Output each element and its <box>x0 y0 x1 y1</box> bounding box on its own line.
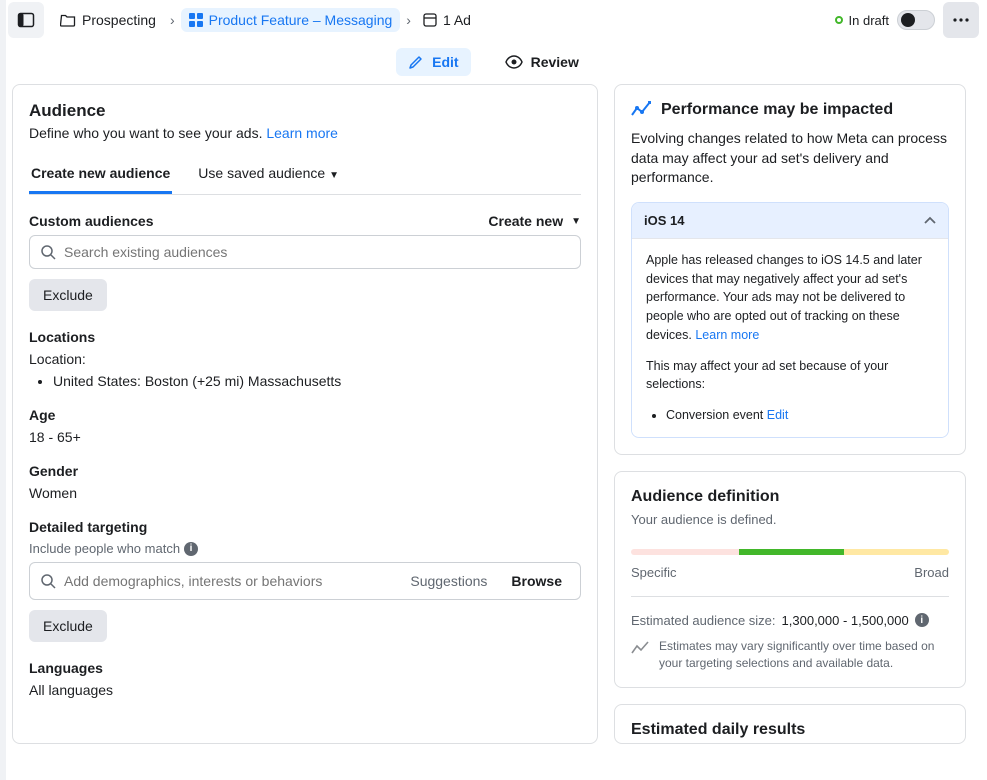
gender-label: Gender <box>29 463 78 479</box>
age-label: Age <box>29 407 55 423</box>
sidebar-icon <box>17 11 35 29</box>
tab-review-label: Review <box>531 54 579 70</box>
location-value: United States: Boston (+25 mi) Massachus… <box>53 373 581 389</box>
tab-create-audience[interactable]: Create new audience <box>29 157 172 194</box>
breadcrumb-campaign[interactable]: Prospecting <box>52 8 164 32</box>
performance-icon <box>631 101 651 119</box>
performance-body: Evolving changes related to how Meta can… <box>631 129 949 188</box>
publish-toggle[interactable] <box>897 10 935 30</box>
definition-subtitle: Your audience is defined. <box>631 512 949 527</box>
custom-audience-search-input[interactable] <box>64 244 570 260</box>
breadcrumb-ad[interactable]: 1 Ad <box>417 8 477 32</box>
definition-title: Audience definition <box>631 488 949 506</box>
suggestions-button[interactable]: Suggestions <box>402 569 495 593</box>
chevron-up-icon <box>924 216 936 224</box>
daily-results-card: Estimated daily results <box>614 704 966 744</box>
info-icon[interactable]: i <box>915 613 929 627</box>
tab-saved-audience[interactable]: Use saved audience▼ <box>196 157 341 194</box>
tab-edit-label: Edit <box>432 54 458 70</box>
chart-icon <box>631 640 649 656</box>
audience-title: Audience <box>29 101 581 121</box>
status-badge: In draft <box>835 13 889 28</box>
breadcrumb-campaign-label: Prospecting <box>82 12 156 28</box>
gender-value: Women <box>29 485 581 501</box>
search-icon <box>40 244 56 260</box>
ios14-learn-more-link[interactable]: Learn more <box>695 328 759 342</box>
estimated-size-value: 1,300,000 - 1,500,000 <box>782 613 909 628</box>
audience-definition-card: Audience definition Your audience is def… <box>614 471 966 689</box>
audience-scale-bar <box>631 549 949 555</box>
tab-edit[interactable]: Edit <box>396 48 470 76</box>
folder-icon <box>60 12 76 28</box>
ios14-body-2: This may affect your ad set because of y… <box>646 357 934 395</box>
ios14-notice: iOS 14 Apple has released changes to iOS… <box>631 202 949 438</box>
scale-specific-label: Specific <box>631 565 677 580</box>
languages-label: Languages <box>29 660 103 676</box>
panel-toggle-button[interactable] <box>8 2 44 38</box>
targeting-sublabel: Include people who match <box>29 541 180 556</box>
adset-icon <box>189 13 203 27</box>
audience-tabs: Create new audience Use saved audience▼ <box>29 157 581 195</box>
audience-subtitle: Define who you want to see your ads. Lea… <box>29 125 581 141</box>
status-label: In draft <box>849 13 889 28</box>
exclude-audience-button[interactable]: Exclude <box>29 279 107 311</box>
locations-label: Locations <box>29 329 95 345</box>
search-icon <box>40 573 56 589</box>
detailed-targeting-label: Detailed targeting <box>29 519 147 535</box>
browse-button[interactable]: Browse <box>503 569 570 593</box>
ios14-body-1: Apple has released changes to iOS 14.5 a… <box>646 251 934 345</box>
tab-review[interactable]: Review <box>493 48 591 76</box>
scale-broad-label: Broad <box>914 565 949 580</box>
status-dot-icon <box>835 16 843 24</box>
pencil-icon <box>408 54 424 70</box>
breadcrumb: Prospecting › Product Feature – Messagin… <box>52 8 827 32</box>
age-value: 18 - 65+ <box>29 429 581 445</box>
ios14-header[interactable]: iOS 14 <box>632 203 948 238</box>
performance-card: Performance may be impacted Evolving cha… <box>614 84 966 455</box>
ios14-edit-link[interactable]: Edit <box>767 408 789 422</box>
estimated-size-label: Estimated audience size: <box>631 613 776 628</box>
breadcrumb-adset-label: Product Feature – Messaging <box>209 12 393 28</box>
daily-results-title: Estimated daily results <box>631 721 949 739</box>
performance-title: Performance may be impacted <box>661 101 893 119</box>
eye-icon <box>505 55 523 69</box>
breadcrumb-adset[interactable]: Product Feature – Messaging <box>181 8 401 32</box>
location-prefix: Location: <box>29 351 581 367</box>
languages-value: All languages <box>29 682 581 698</box>
estimate-note: Estimates may vary significantly over ti… <box>659 638 949 672</box>
ad-icon <box>423 13 437 27</box>
mode-tabs: Edit Review <box>0 40 987 84</box>
chevron-right-icon: › <box>406 12 411 28</box>
more-menu-button[interactable] <box>943 2 979 38</box>
caret-down-icon: ▼ <box>571 216 581 227</box>
breadcrumb-ad-label: 1 Ad <box>443 12 471 28</box>
detailed-targeting-input-row: Suggestions Browse <box>29 562 581 600</box>
exclude-targeting-button[interactable]: Exclude <box>29 610 107 642</box>
create-new-audience-link[interactable]: Create new ▼ <box>488 213 581 229</box>
caret-down-icon: ▼ <box>329 170 339 181</box>
chevron-right-icon: › <box>170 12 175 28</box>
ios14-title: iOS 14 <box>644 213 684 228</box>
custom-audience-search[interactable] <box>29 235 581 269</box>
audience-card: Audience Define who you want to see your… <box>12 84 598 744</box>
info-icon[interactable]: i <box>184 542 198 556</box>
ios14-reason-item: Conversion event Edit <box>666 406 934 425</box>
audience-learn-more-link[interactable]: Learn more <box>266 125 338 141</box>
detailed-targeting-input[interactable] <box>64 573 394 589</box>
dots-icon <box>953 18 969 22</box>
custom-audiences-label: Custom audiences <box>29 213 153 229</box>
